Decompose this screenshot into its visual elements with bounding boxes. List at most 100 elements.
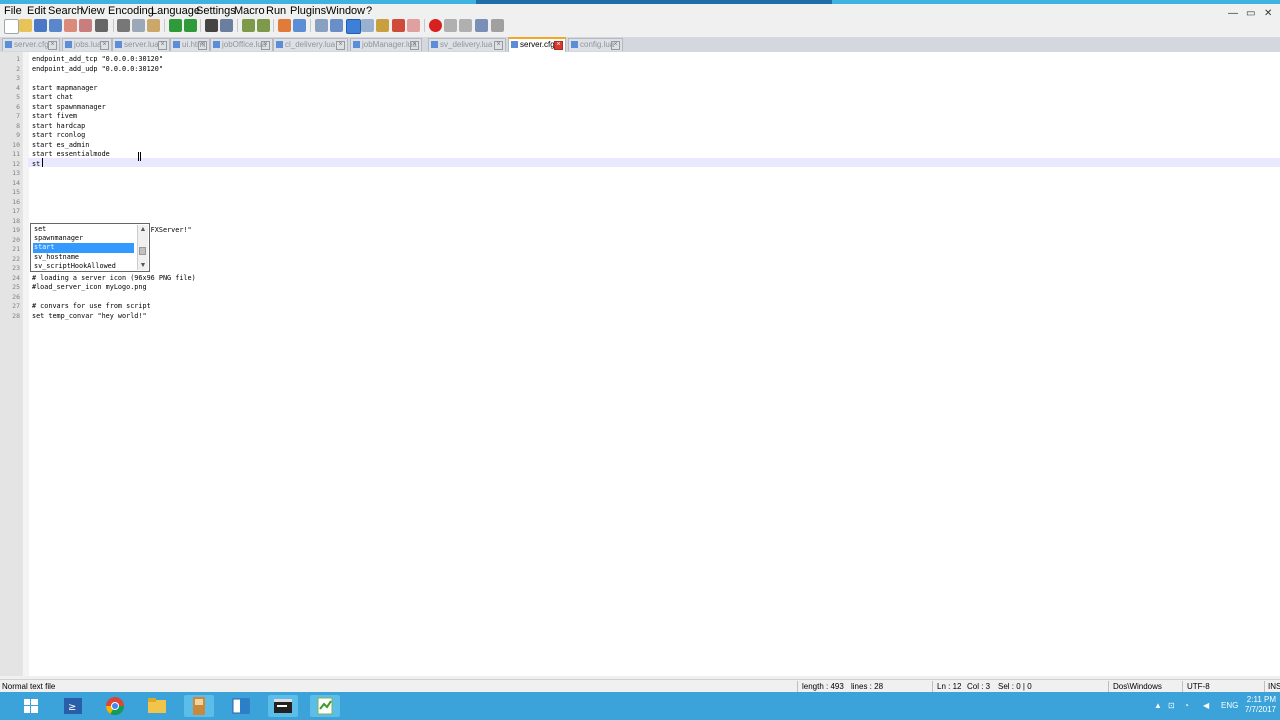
fold-margin[interactable] <box>22 52 29 676</box>
editor[interactable]: 1 endpoint_add_tcp "0.0.0.0:30120" 2 endpoi… <box>0 52 1280 676</box>
code-line[interactable]: # convars for use from script <box>32 302 151 312</box>
close-file-icon[interactable] <box>64 19 77 32</box>
save-all-icon[interactable] <box>49 19 62 32</box>
code-line[interactable]: start hardcap <box>32 122 85 132</box>
doc-map-icon[interactable] <box>376 19 389 32</box>
tab-config-lua[interactable]: config.lua × <box>568 38 623 51</box>
open-file-icon[interactable] <box>19 19 32 32</box>
terminal-icon[interactable] <box>268 695 298 717</box>
tab-cl-delivery-lua[interactable]: cl_delivery.lua × <box>273 38 348 51</box>
menu-run[interactable]: Run <box>266 5 286 17</box>
powershell-icon[interactable]: ≥ <box>58 695 88 717</box>
autocomplete-item[interactable]: spawnmanager <box>33 234 134 244</box>
menu-help[interactable]: ? <box>366 5 372 17</box>
tab-close-icon[interactable]: × <box>336 41 345 50</box>
code-line[interactable]: start essentialmode <box>32 150 110 160</box>
copy-icon[interactable] <box>132 19 145 32</box>
menu-window[interactable]: Window <box>326 5 365 17</box>
autocomplete-popup[interactable]: set spawnmanager start sv_hostname sv_script… <box>30 223 150 272</box>
code-line[interactable]: #load_server_icon myLogo.png <box>32 283 147 293</box>
autocomplete-item[interactable]: start <box>33 243 134 253</box>
tab-ui-html[interactable]: ui.html × <box>170 38 210 51</box>
function-list-icon[interactable] <box>392 19 405 32</box>
sync-horizontal-icon[interactable] <box>293 19 306 32</box>
new-file-icon[interactable] <box>4 19 19 34</box>
menu-settings[interactable]: Settings <box>196 5 236 17</box>
code-line[interactable]: start es_admin <box>32 141 89 151</box>
network-icon[interactable]: ⊡ <box>1168 692 1175 720</box>
close-all-icon[interactable] <box>79 19 92 32</box>
tab-sv-delivery-lua[interactable]: sv_delivery.lua × <box>428 38 506 51</box>
indent-guide-icon[interactable] <box>346 19 361 34</box>
zoom-out-icon[interactable] <box>257 19 270 32</box>
chrome-icon[interactable] <box>100 695 130 717</box>
record-macro-icon[interactable] <box>429 19 442 32</box>
undo-icon[interactable] <box>169 19 182 32</box>
wifi-icon[interactable]: ◔ <box>1184 692 1189 720</box>
code-line[interactable]: set temp_convar "hey world!" <box>32 312 147 322</box>
tab-close-icon[interactable]: × <box>494 41 503 50</box>
file-explorer-icon[interactable] <box>142 695 172 717</box>
menu-plugins[interactable]: Plugins <box>290 5 326 17</box>
tab-joboffice-lua[interactable]: jobOffice.lua × <box>210 38 273 51</box>
menu-view[interactable]: View <box>81 5 105 17</box>
scroll-down-icon[interactable]: ▼ <box>138 261 148 270</box>
code-line[interactable]: st <box>32 160 40 170</box>
print-icon[interactable] <box>95 19 108 32</box>
tab-close-icon[interactable]: × <box>611 41 620 50</box>
notepadpp-icon[interactable] <box>310 695 340 717</box>
tab-close-icon[interactable]: × <box>198 41 207 50</box>
tab-jobmanager-lua[interactable]: jobManager.lua × <box>350 38 422 51</box>
language-icon[interactable] <box>361 19 374 32</box>
menu-search[interactable]: Search <box>48 5 83 17</box>
run-macro-multiple-icon[interactable] <box>475 19 488 32</box>
language-indicator[interactable]: ENG <box>1221 692 1238 720</box>
start-icon[interactable] <box>16 695 46 717</box>
code-line[interactable]: start mapmanager <box>32 84 97 94</box>
code-line[interactable]: start chat <box>32 93 73 103</box>
find-icon[interactable] <box>205 19 218 32</box>
code-line[interactable]: # loading a server icon (96x96 PNG file) <box>32 274 196 284</box>
folder-workspace-icon[interactable] <box>407 19 420 32</box>
system-clock[interactable]: 2:11 PM 7/7/2017 <box>1245 695 1276 715</box>
autocomplete-item[interactable]: sv_scriptHookAllowed <box>33 262 134 272</box>
play-macro-icon[interactable] <box>459 19 472 32</box>
scroll-up-icon[interactable]: ▲ <box>138 225 148 234</box>
code-line[interactable]: start rconlog <box>32 131 85 141</box>
code-line[interactable]: start fivem <box>32 112 77 122</box>
volume-icon[interactable]: ◀ <box>1203 692 1209 720</box>
tab-close-icon[interactable]: × <box>410 41 419 50</box>
tab-close-icon[interactable]: × <box>48 41 57 50</box>
redo-icon[interactable] <box>184 19 197 32</box>
autocomplete-item[interactable]: sv_hostname <box>33 253 134 263</box>
code-line[interactable]: endpoint_add_udp "0.0.0.0:30120" <box>32 65 163 75</box>
show-all-chars-icon[interactable] <box>330 19 343 32</box>
save-icon[interactable] <box>34 19 47 32</box>
app-window-icon[interactable] <box>226 695 256 717</box>
word-wrap-icon[interactable] <box>315 19 328 32</box>
save-macro-icon[interactable] <box>491 19 504 32</box>
menu-encoding[interactable]: Encoding <box>108 5 154 17</box>
tab-close-icon[interactable]: × <box>261 41 270 50</box>
autocomplete-item[interactable]: set <box>33 225 134 235</box>
zoom-in-icon[interactable] <box>242 19 255 32</box>
cut-icon[interactable] <box>117 19 130 32</box>
stop-macro-icon[interactable] <box>444 19 457 32</box>
app-icon[interactable] <box>184 695 214 717</box>
sync-vertical-icon[interactable] <box>278 19 291 32</box>
scroll-thumb[interactable] <box>139 247 146 255</box>
menu-edit[interactable]: Edit <box>27 5 46 17</box>
tab-close-icon[interactable]: × <box>100 41 109 50</box>
show-hidden-icons-icon[interactable]: ▲ <box>1154 692 1162 720</box>
paste-icon[interactable] <box>147 19 160 32</box>
tab-close-icon[interactable]: × <box>158 41 167 50</box>
menu-macro[interactable]: Macro <box>234 5 265 17</box>
autocomplete-scrollbar[interactable]: ▲ ▼ <box>137 225 148 270</box>
replace-icon[interactable] <box>220 19 233 32</box>
tab-server-lua[interactable]: server.lua × <box>112 38 170 51</box>
tab-server-cfg[interactable]: server.cfg × <box>2 38 60 51</box>
menu-language[interactable]: Language <box>151 5 200 17</box>
menu-file[interactable]: File <box>4 5 22 17</box>
tab-close-icon[interactable]: × <box>554 41 563 50</box>
code-line[interactable]: endpoint_add_tcp "0.0.0.0:30120" <box>32 55 163 65</box>
